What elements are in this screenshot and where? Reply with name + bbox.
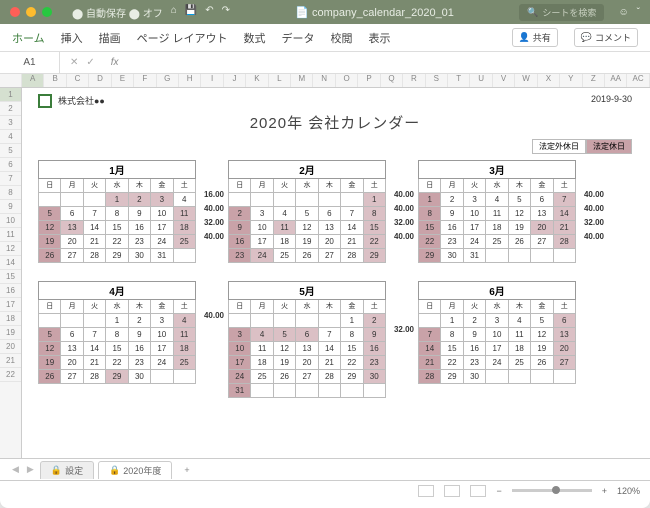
tab-data[interactable]: データ bbox=[282, 30, 315, 46]
month-name: 3月 bbox=[418, 160, 576, 179]
home-icon[interactable]: ⌂ bbox=[171, 5, 177, 20]
column-headers[interactable]: ABCDEFGHIJKLMNOPQRSTUVWXYZAAAC bbox=[0, 74, 650, 88]
calendar-grid: 1月日月火水木金土123416.0056789101140.0012131415… bbox=[38, 160, 632, 398]
legend-dark: 法定休日 bbox=[586, 139, 632, 154]
minimize-icon[interactable] bbox=[26, 7, 36, 17]
tab-next-icon[interactable]: ▶ bbox=[25, 464, 36, 475]
tab-draw[interactable]: 描画 bbox=[99, 30, 121, 46]
fx-label: fx bbox=[111, 57, 119, 68]
autosave-badge: ⬤ 自動保存 ⬤ オフ bbox=[72, 5, 163, 20]
titlebar: ⬤ 自動保存 ⬤ オフ ⌂ 💾 ↶ ↷ 📄 company_calendar_2… bbox=[0, 0, 650, 24]
month-name: 5月 bbox=[228, 281, 386, 300]
tab-layout[interactable]: ページ レイアウト bbox=[137, 30, 228, 46]
month-name: 6月 bbox=[418, 281, 576, 300]
status-bar: − + 120% bbox=[0, 480, 650, 500]
tab-home[interactable]: ホーム bbox=[12, 30, 45, 46]
sheet-tab-settings[interactable]: 🔒 設定 bbox=[40, 461, 94, 479]
sheet-tabs: ◀ ▶ 🔒 設定 🔒 2020年度 + bbox=[0, 458, 650, 480]
formula-bar: A1 ✕ ✓ fx bbox=[0, 52, 650, 74]
zoom-icon[interactable] bbox=[42, 7, 52, 17]
toolbar-icons: ⬤ 自動保存 ⬤ オフ ⌂ 💾 ↶ ↷ bbox=[72, 5, 230, 20]
accept-icon[interactable]: ✓ bbox=[86, 57, 94, 68]
redo-icon[interactable]: ↷ bbox=[222, 5, 230, 20]
row-headers[interactable]: 123456789101112141516171819202122 bbox=[0, 88, 22, 458]
zoom-in-icon[interactable]: + bbox=[602, 486, 607, 496]
sheet-tab-2020[interactable]: 🔒 2020年度 bbox=[98, 461, 172, 479]
zoom-level[interactable]: 120% bbox=[617, 486, 640, 496]
month-name: 4月 bbox=[38, 281, 196, 300]
cell-reference[interactable]: A1 bbox=[0, 52, 60, 73]
tab-insert[interactable]: 挿入 bbox=[61, 30, 83, 46]
zoom-slider[interactable] bbox=[512, 489, 592, 492]
worksheet[interactable]: 株式会社●● 2019-9-30 2020年 会社カレンダー 法定外休日 法定休… bbox=[22, 88, 650, 458]
legend-light: 法定外休日 bbox=[532, 139, 586, 154]
selected-cell[interactable] bbox=[38, 94, 52, 108]
add-sheet-button[interactable]: + bbox=[176, 465, 197, 475]
cancel-icon[interactable]: ✕ bbox=[70, 57, 78, 68]
tab-view[interactable]: 表示 bbox=[369, 30, 391, 46]
month-name: 1月 bbox=[38, 160, 196, 179]
undo-icon[interactable]: ↶ bbox=[205, 5, 213, 20]
search-input[interactable]: 🔍 シートを検索 bbox=[519, 4, 604, 21]
tab-review[interactable]: 校閲 bbox=[331, 30, 353, 46]
user-icon[interactable]: ☺ bbox=[618, 7, 628, 18]
document-title: 📄 company_calendar_2020_01 bbox=[230, 6, 519, 19]
save-icon[interactable]: 💾 bbox=[185, 5, 197, 20]
chevron-icon[interactable]: ˇ bbox=[637, 7, 640, 18]
as-of-date: 2019-9-30 bbox=[591, 94, 632, 104]
tab-formula[interactable]: 数式 bbox=[244, 30, 266, 46]
legend: 法定外休日 法定休日 bbox=[38, 139, 632, 154]
view-normal-icon[interactable] bbox=[418, 485, 434, 497]
share-button[interactable]: 👤 共有 bbox=[512, 28, 558, 47]
zoom-out-icon[interactable]: − bbox=[496, 486, 501, 496]
ribbon: ホーム 挿入 描画 ページ レイアウト 数式 データ 校閲 表示 👤 共有 💬 … bbox=[0, 24, 650, 52]
tab-prev-icon[interactable]: ◀ bbox=[10, 464, 21, 475]
company-name: 株式会社●● bbox=[58, 94, 105, 107]
view-break-icon[interactable] bbox=[470, 485, 486, 497]
month-name: 2月 bbox=[228, 160, 386, 179]
close-icon[interactable] bbox=[10, 7, 20, 17]
view-layout-icon[interactable] bbox=[444, 485, 460, 497]
window-controls bbox=[10, 7, 52, 17]
page-title: 2020年 会社カレンダー bbox=[38, 112, 632, 133]
comment-button[interactable]: 💬 コメント bbox=[574, 28, 638, 47]
